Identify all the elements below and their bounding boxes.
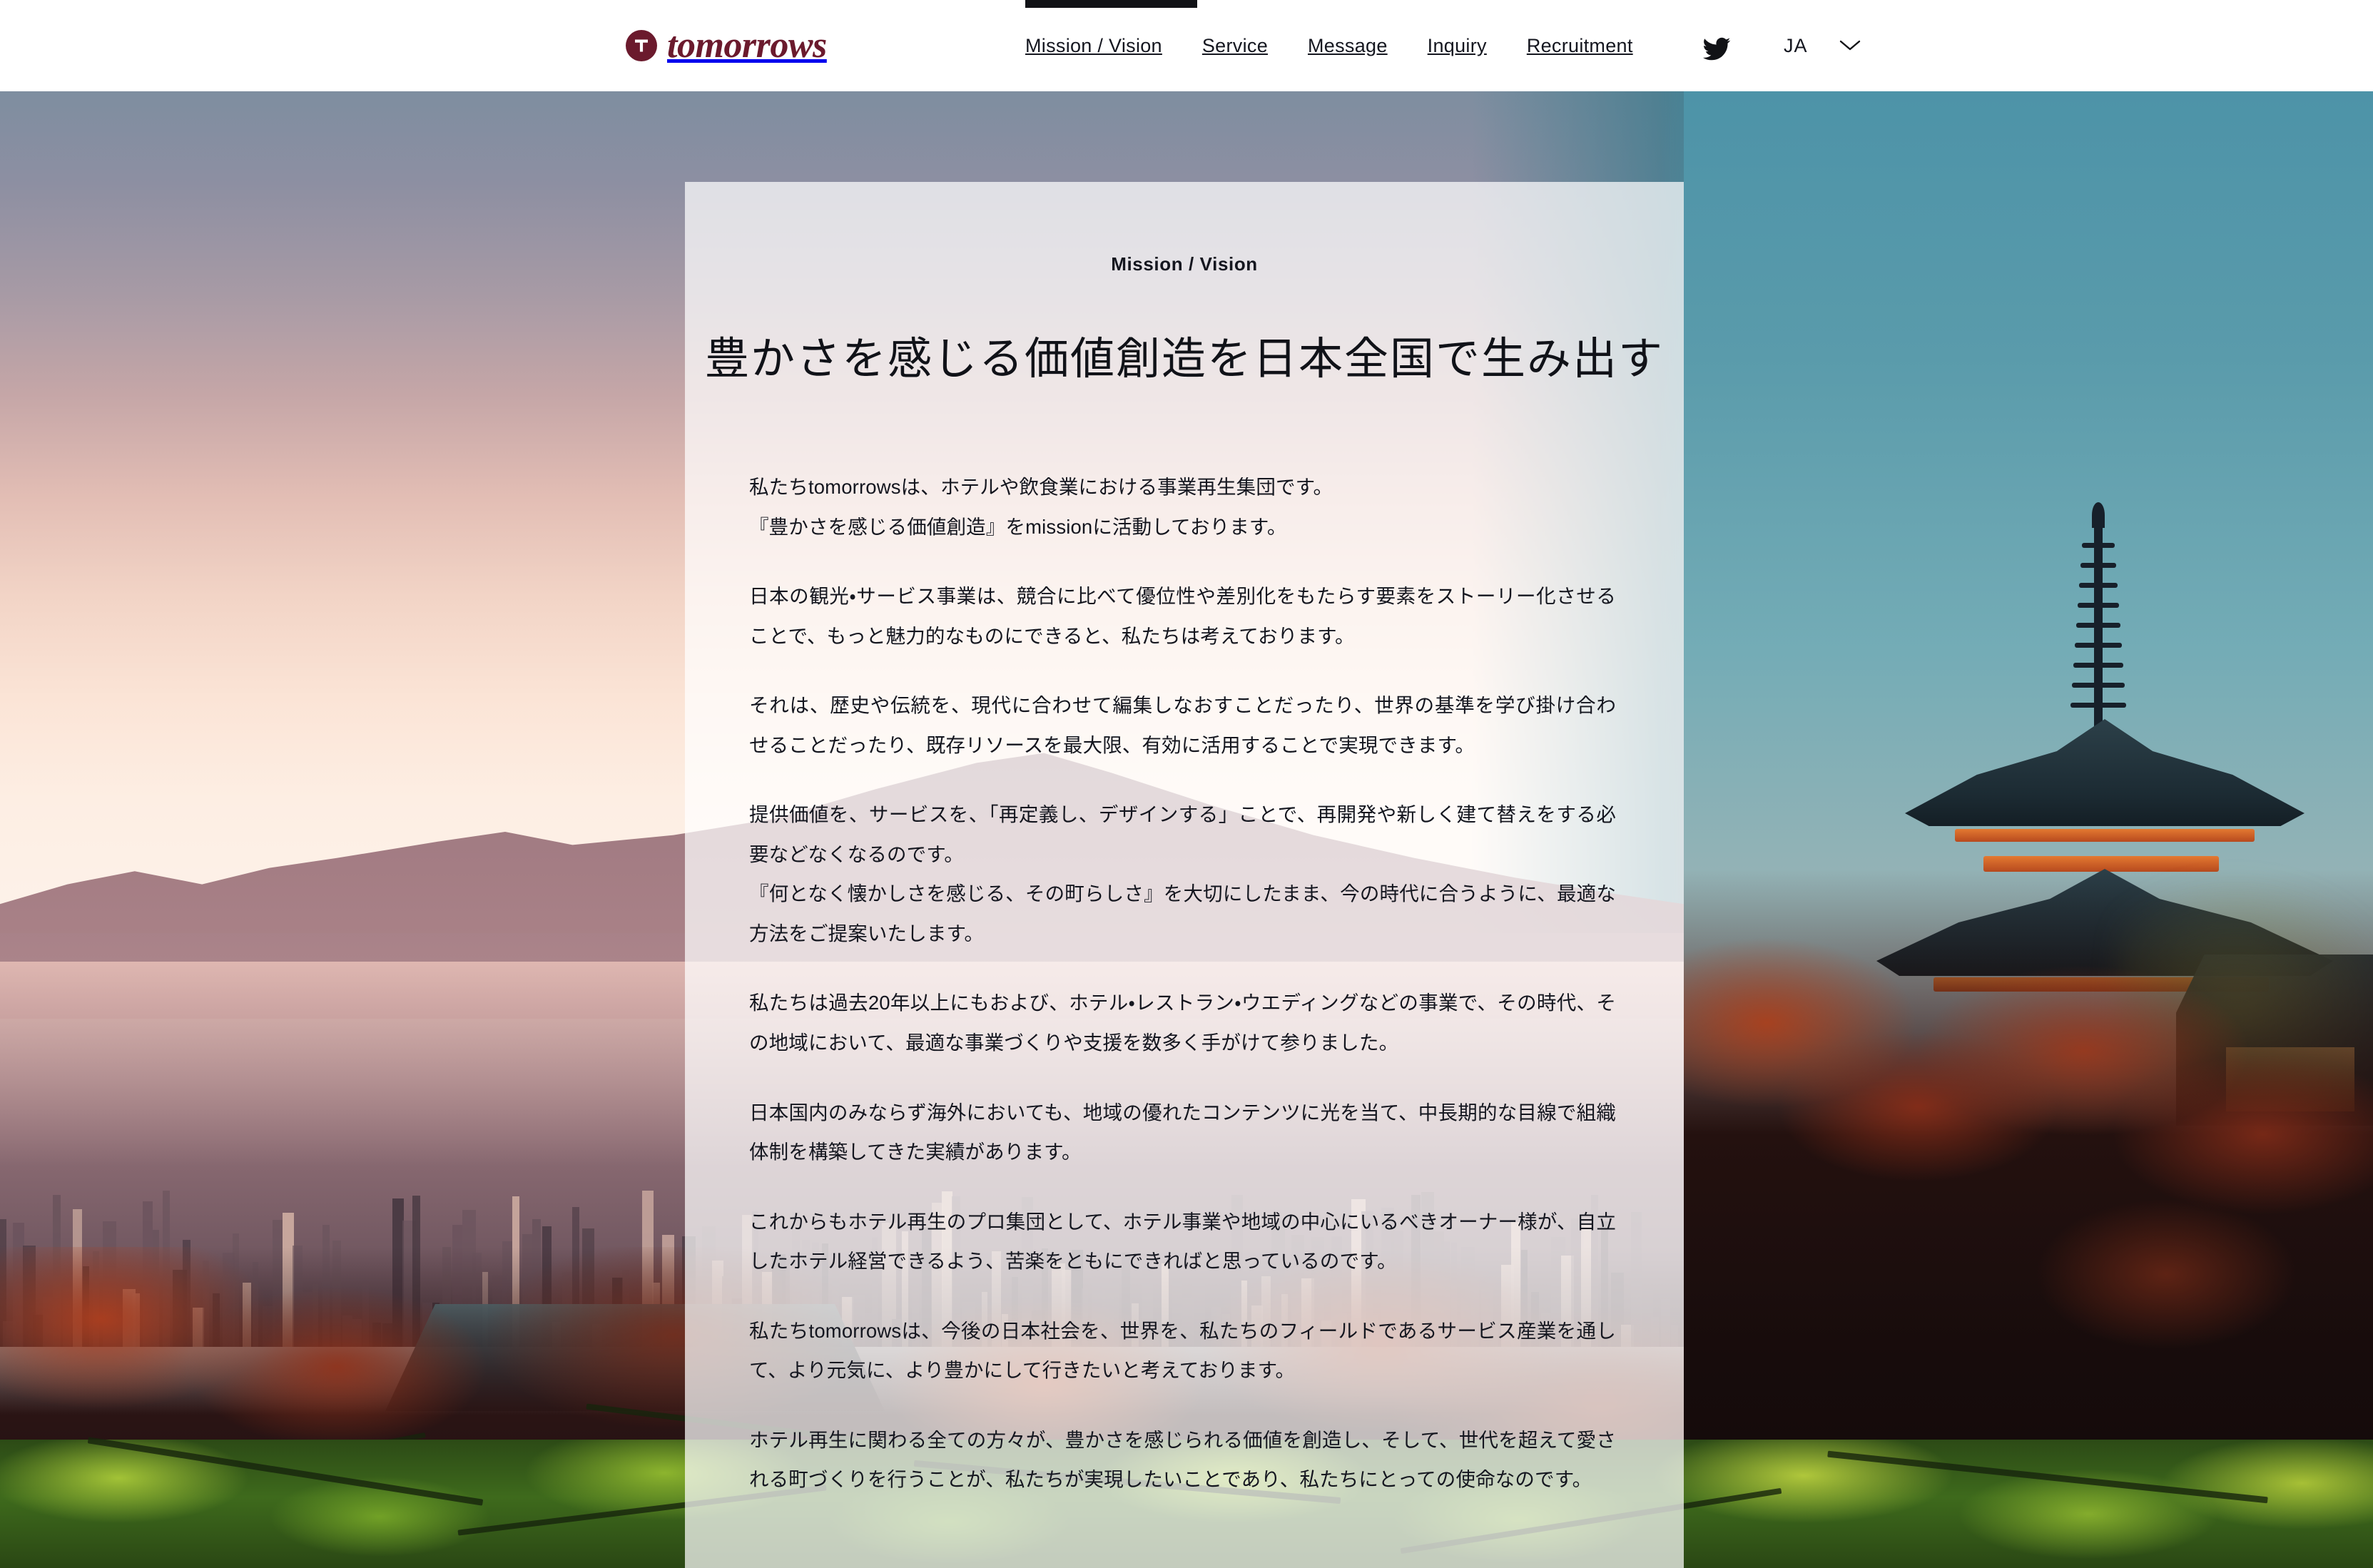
mission-vision-panel: Mission / Vision 豊かさを感じる価値創造を日本全国で生み出す 私… [685, 182, 1684, 1568]
logo-wordmark: tomorrows [667, 25, 827, 66]
body-paragraph: 日本国内のみならず海外においても、地域の優れたコンテンツに光を当て、中長期的な目… [749, 1101, 1616, 1164]
nav-item-message[interactable]: Message [1288, 0, 1408, 91]
body-paragraph: 日本の観光・サービス事業は、競合に比べて優位性や差別化をもたらす要素をストーリー… [749, 585, 1616, 647]
chevron-down-icon [1839, 39, 1861, 52]
nav-item-service[interactable]: Service [1182, 0, 1288, 91]
language-label: JA [1784, 34, 1808, 56]
body-paragraph: 提供価値を、サービスを、「再定義し、デザインする」ことで、再開発や新しく建て替え… [749, 803, 1616, 945]
body-paragraph: それは、歴史や伝統を、現代に合わせて編集しなおすことだったり、世界の基準を学び掛… [749, 694, 1616, 756]
site-logo[interactable]: tomorrows [626, 27, 827, 64]
page-title: 豊かさを感じる価値創造を日本全国で生み出す [704, 335, 1664, 384]
nav-item-mission-vision[interactable]: Mission / Vision [1025, 0, 1182, 91]
site-header: tomorrows Mission / Vision Service Message… [0, 0, 2373, 91]
main-navigation: Mission / Vision Service Message Inquiry Rec… [1025, 0, 1653, 91]
circle-t-icon [626, 30, 657, 61]
pagoda-upper-roof [1905, 719, 2305, 826]
body-paragraph: 私たちtomorrowsは、ホテルや飲食業における事業再生集団です。 『豊かさを感… [749, 476, 1333, 538]
pagoda-photo-column [1684, 91, 2373, 1568]
body-paragraph: 私たちtomorrowsは、今後の日本社会を、世界を、私たちのフィールドであるサ… [749, 1319, 1616, 1382]
language-selector[interactable]: JA [1784, 0, 1861, 91]
body-paragraph: ホテル再生に関わる全ての方々が、豊かさを感じられる価値を創造し、そして、世代を超… [749, 1428, 1616, 1491]
nav-item-inquiry[interactable]: Inquiry [1408, 0, 1507, 91]
panel-eyebrow-label: Mission / Vision [1111, 253, 1258, 275]
twitter-icon[interactable] [1702, 34, 1732, 64]
nav-item-recruitment[interactable]: Recruitment [1507, 0, 1653, 91]
body-paragraph: これからもホテル再生のプロ集団として、ホテル事業や地域の中心にいるべきオーナー様… [749, 1210, 1616, 1273]
body-copy: 私たちtomorrowsは、ホテルや飲食業における事業再生集団です。 『豊かさを感… [749, 467, 1616, 1529]
body-paragraph: 私たちは過去20年以上にもおよび、ホテル・レストラン・ウエディングなどの事業で、… [749, 992, 1616, 1054]
